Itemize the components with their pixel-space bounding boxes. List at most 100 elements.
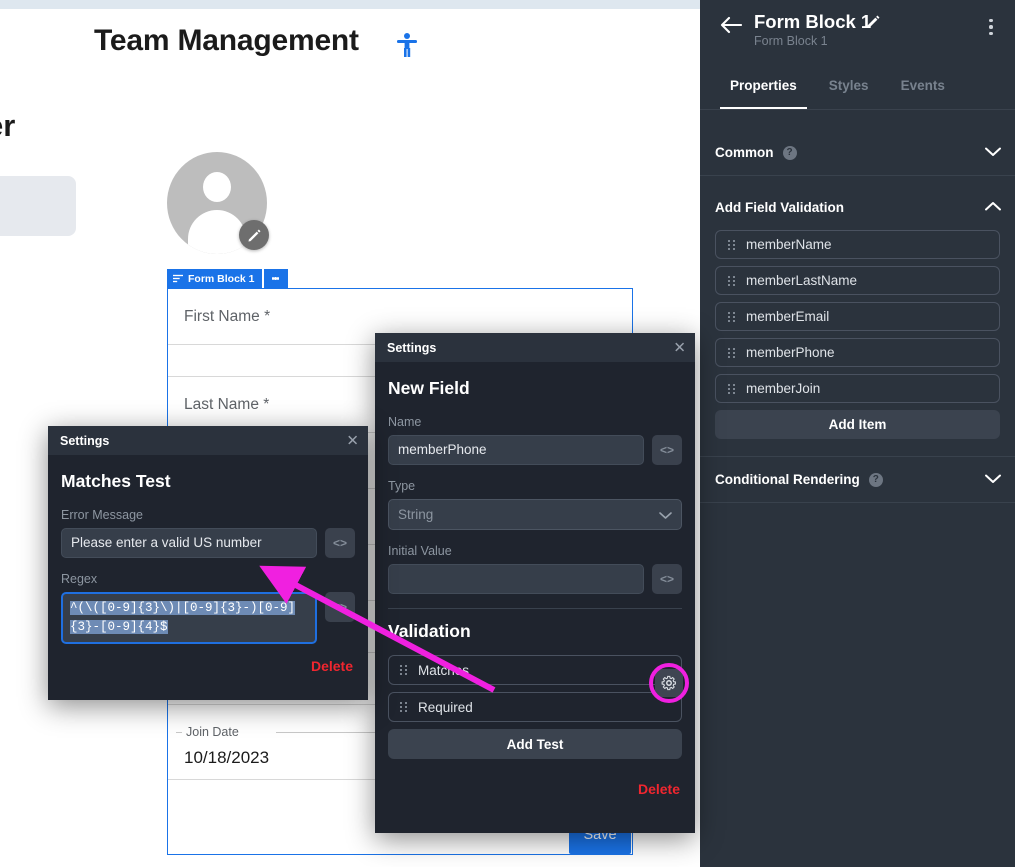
list-item[interactable]: memberJoin xyxy=(715,374,1000,403)
section-field-validation-title: Add Field Validation xyxy=(715,200,844,215)
section-conditional-rendering-header[interactable]: Conditional Rendering ? xyxy=(700,457,1015,503)
add-test-button[interactable]: Add Test xyxy=(388,729,682,759)
section-common-header[interactable]: Common ? xyxy=(700,130,1015,176)
section-common: Common ? xyxy=(700,130,1015,176)
page-title: Team Management xyxy=(94,24,359,58)
list-item-label: memberEmail xyxy=(746,309,829,324)
initial-value-input[interactable] xyxy=(388,564,644,594)
tab-events[interactable]: Events xyxy=(885,78,961,109)
field-last-name-label: Last Name * xyxy=(184,396,269,414)
chevron-down-icon[interactable] xyxy=(985,471,1001,489)
error-message-row: Please enter a valid US number <> xyxy=(61,528,355,558)
canvas-top-band xyxy=(0,0,700,9)
partial-card xyxy=(0,176,76,236)
list-item-label: memberName xyxy=(746,237,832,252)
regex-label: Regex xyxy=(61,572,355,586)
help-circle-icon[interactable]: ? xyxy=(869,473,883,487)
drag-handle-icon[interactable] xyxy=(400,665,407,675)
form-block-badge-label[interactable]: Form Block 1 xyxy=(167,269,262,288)
properties-sidebar: Form Block 1 Form Block 1 Properties Sty… xyxy=(700,0,1015,867)
new-field-settings-dialog: Settings ✕ New Field Name memberPhone <>… xyxy=(375,333,695,833)
dialog-title-bar: Settings ✕ xyxy=(375,333,695,362)
regex-input-value: ^(\([0-9]{3}\)|[0-9]{3}-)[0-9]{3}-[0-9]{… xyxy=(70,601,295,634)
name-input[interactable]: memberPhone xyxy=(388,435,644,465)
form-block-icon xyxy=(173,274,183,284)
chevron-down-icon[interactable] xyxy=(985,144,1001,162)
section-conditional-rendering: Conditional Rendering ? xyxy=(700,456,1015,503)
dialog-body: Matches Test Error Message Please enter … xyxy=(48,455,368,688)
form-block-badge[interactable]: Form Block 1 xyxy=(167,269,288,288)
section-conditional-rendering-title: Conditional Rendering xyxy=(715,472,860,487)
validation-test-matches-label: Matches xyxy=(418,663,469,678)
field-join-date-value: 10/18/2023 xyxy=(184,748,269,768)
type-select-value: String xyxy=(398,507,433,522)
tab-styles[interactable]: Styles xyxy=(813,78,885,109)
back-arrow-icon[interactable] xyxy=(718,12,744,38)
section-field-validation: Add Field Validation memberName memberLa… xyxy=(700,184,1015,439)
type-select[interactable]: String xyxy=(388,499,682,530)
delete-field-link[interactable]: Delete xyxy=(388,781,682,797)
section-common-title: Common xyxy=(715,145,774,160)
drag-handle-icon[interactable] xyxy=(728,384,735,394)
list-item-label: memberJoin xyxy=(746,381,820,396)
field-first-name-label: First Name * xyxy=(184,308,270,326)
list-item[interactable]: memberPhone xyxy=(715,338,1000,367)
code-brackets-icon[interactable]: <> xyxy=(652,435,682,465)
field-validation-list: memberName memberLastName memberEmail me… xyxy=(700,230,1015,439)
validation-heading: Validation xyxy=(388,621,682,642)
avatar-edit-pencil-icon[interactable] xyxy=(239,220,269,250)
dialog-title-bar: Settings ✕ xyxy=(48,426,368,455)
close-icon[interactable]: ✕ xyxy=(673,340,686,355)
list-item[interactable]: memberLastName xyxy=(715,266,1000,295)
tab-properties[interactable]: Properties xyxy=(714,78,813,109)
drag-handle-icon[interactable] xyxy=(728,348,735,358)
sidebar-title-pencil-icon[interactable] xyxy=(866,14,881,34)
help-circle-icon[interactable]: ? xyxy=(783,146,797,160)
form-block-badge-text: Form Block 1 xyxy=(188,273,255,285)
list-item[interactable]: memberEmail xyxy=(715,302,1000,331)
list-item-label: memberLastName xyxy=(746,273,857,288)
app-root: Team Management er xyxy=(0,0,1015,867)
dialog-title: Settings xyxy=(387,341,436,355)
drag-handle-icon[interactable] xyxy=(728,312,735,322)
close-icon[interactable]: ✕ xyxy=(346,433,359,448)
validation-test-required[interactable]: Required xyxy=(388,692,682,722)
name-field-row: memberPhone <> xyxy=(388,435,682,465)
section-field-validation-header[interactable]: Add Field Validation xyxy=(700,184,1015,230)
code-brackets-icon[interactable]: <> xyxy=(652,564,682,594)
matches-settings-gear-icon[interactable] xyxy=(655,669,683,697)
add-item-button[interactable]: Add Item xyxy=(715,410,1000,439)
sidebar-overflow-kebab-icon[interactable] xyxy=(979,14,1003,40)
avatar[interactable] xyxy=(167,152,267,254)
error-message-input[interactable]: Please enter a valid US number xyxy=(61,528,317,558)
validation-test-required-label: Required xyxy=(418,700,473,715)
partial-heading-text: er xyxy=(0,108,15,144)
regex-input[interactable]: ^(\([0-9]{3}\)|[0-9]{3}-)[0-9]{3}-[0-9]{… xyxy=(61,592,317,644)
matches-test-settings-dialog: Settings ✕ Matches Test Error Message Pl… xyxy=(48,426,368,700)
chevron-down-icon[interactable] xyxy=(659,507,672,522)
drag-handle-icon[interactable] xyxy=(728,276,735,286)
name-field-label: Name xyxy=(388,415,682,429)
sidebar-header: Form Block 1 Form Block 1 xyxy=(700,0,1015,70)
divider xyxy=(388,608,682,609)
sidebar-subtitle: Form Block 1 xyxy=(754,34,828,48)
field-join-date-label: Join Date xyxy=(182,725,243,739)
chevron-up-icon[interactable] xyxy=(985,198,1001,216)
code-brackets-icon[interactable]: <> xyxy=(325,592,355,622)
delete-test-link[interactable]: Delete xyxy=(61,658,355,674)
dialog-heading: Matches Test xyxy=(61,471,355,492)
drag-handle-icon[interactable] xyxy=(728,240,735,250)
regex-row: ^(\([0-9]{3}\)|[0-9]{3}-)[0-9]{3}-[0-9]{… xyxy=(61,592,355,644)
accessibility-person-icon[interactable] xyxy=(396,32,418,58)
drag-handle-icon[interactable] xyxy=(400,702,407,712)
type-field-label: Type xyxy=(388,479,682,493)
sidebar-title: Form Block 1 xyxy=(754,11,871,33)
form-block-kebab-menu-icon[interactable] xyxy=(264,269,288,288)
type-field-row: String xyxy=(388,499,682,530)
error-message-label: Error Message xyxy=(61,508,355,522)
dialog-body: New Field Name memberPhone <> Type Strin… xyxy=(375,362,695,811)
list-item-label: memberPhone xyxy=(746,345,835,360)
list-item[interactable]: memberName xyxy=(715,230,1000,259)
code-brackets-icon[interactable]: <> xyxy=(325,528,355,558)
validation-test-matches[interactable]: Matches xyxy=(388,655,682,685)
